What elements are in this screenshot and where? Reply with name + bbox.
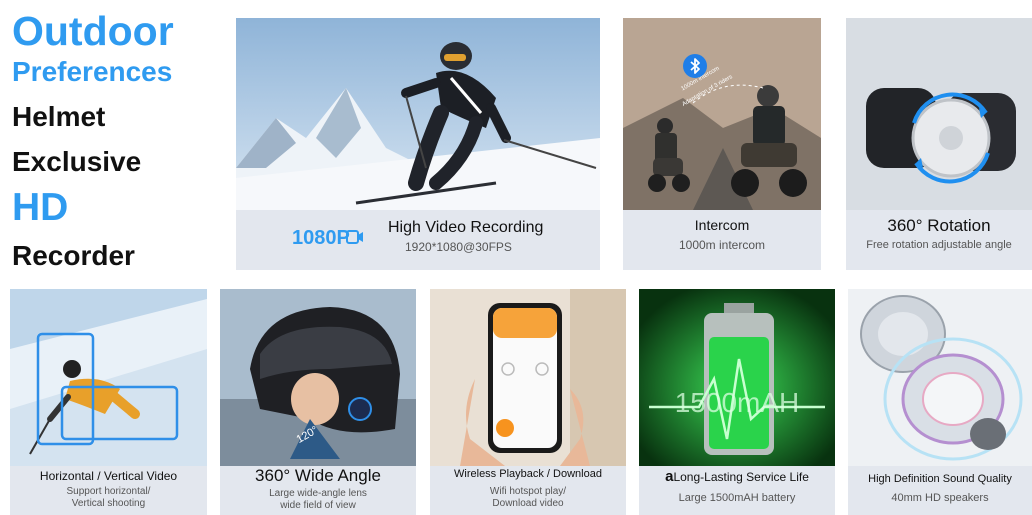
headline-helmet: Helmet (12, 101, 106, 132)
orientation-caption: Horizontal / Vertical Video Support hori… (10, 466, 207, 515)
orientation-title: Horizontal / Vertical Video (39, 469, 178, 483)
headline-preferences: Preferences (12, 56, 173, 87)
camera-icon (346, 228, 364, 246)
video-title: High Video Recording (388, 219, 544, 236)
battery-overlay: 1500mAH (674, 387, 800, 418)
wide-angle-title: 360° Wide Angle (255, 466, 381, 485)
battery-caption: aLong-Lasting Service Life Large 1500mAH… (639, 466, 835, 515)
battery-title: Long-Lasting Service Life (673, 470, 809, 484)
wide-angle-caption: 360° Wide Angle Large wide-angle lens wi… (220, 466, 416, 515)
speaker-photo (848, 289, 1032, 466)
phone-photo (430, 289, 626, 466)
battery-title-row: aLong-Lasting Service Life (639, 468, 835, 485)
rotation-caption: 360° Rotation Free rotation adjustable a… (846, 210, 1032, 270)
card-wide-angle: 120° 360° Wide Angle Large wide-angle le… (220, 289, 416, 515)
headline-exclusive: Exclusive (12, 146, 142, 177)
card-orientation: Horizontal / Vertical Video Support hori… (10, 289, 207, 515)
card-battery: 1500mAH aLong-Lasting Service Life Large… (639, 289, 835, 515)
headline-hd: HD (12, 186, 69, 229)
video-caption: 1080P High Video Recording 1920*1080@30F… (236, 210, 600, 270)
rotation-title: 360° Rotation (887, 216, 991, 235)
riders-photo: 1000m intercom Adaptation of 3 riders (623, 18, 821, 210)
intercom-caption: Intercom 1000m intercom (623, 210, 821, 270)
orientation-subtitle-2: Vertical shooting (71, 498, 146, 509)
intercom-title: Intercom (694, 217, 750, 233)
video-subtitle: 1920*1080@30FPS (405, 240, 512, 254)
card-wireless: Wireless Playback / Download Wifi hotspo… (430, 289, 626, 515)
speaker-caption: High Definition Sound Quality 40mm HD sp… (848, 466, 1032, 515)
wireless-subtitle-1: Wifi hotspot play/ (489, 486, 567, 497)
wireless-title: Wireless Playback / Download (454, 468, 602, 480)
rotation-subtitle: Free rotation adjustable angle (866, 239, 1012, 251)
battery-photo: 1500mAH (639, 289, 835, 466)
speaker-subtitle: 40mm HD speakers (891, 492, 989, 504)
helmet-photo: 120° (220, 289, 416, 466)
intercom-subtitle: 1000m intercom (678, 238, 766, 252)
card-video-recording: 1080P High Video Recording 1920*1080@30F… (236, 18, 600, 270)
wireless-subtitle-2: Download video (492, 498, 564, 509)
card-speaker: High Definition Sound Quality 40mm HD sp… (848, 289, 1032, 515)
card-rotation: 360° Rotation Free rotation adjustable a… (846, 18, 1032, 270)
battery-subtitle: Large 1500mAH battery (678, 492, 796, 504)
orientation-subtitle-1: Support horizontal/ (66, 486, 151, 497)
rotation-photo (846, 18, 1032, 210)
headline-outdoor: Outdoor (12, 8, 174, 54)
card-intercom: 1000m intercom Adaptation of 3 riders In… (623, 18, 821, 270)
speaker-title: High Definition Sound Quality (868, 473, 1012, 485)
wireless-caption: Wireless Playback / Download Wifi hotspo… (430, 466, 626, 515)
snowboarder-photo (10, 289, 207, 466)
wide-angle-subtitle-1: Large wide-angle lens (269, 488, 367, 499)
resolution-badge: 1080P (292, 227, 350, 249)
headline-recorder: Recorder (12, 240, 135, 271)
bluetooth-icon (683, 54, 707, 78)
wide-angle-subtitle-2: wide field of view (280, 500, 356, 511)
skier-photo (236, 18, 600, 210)
